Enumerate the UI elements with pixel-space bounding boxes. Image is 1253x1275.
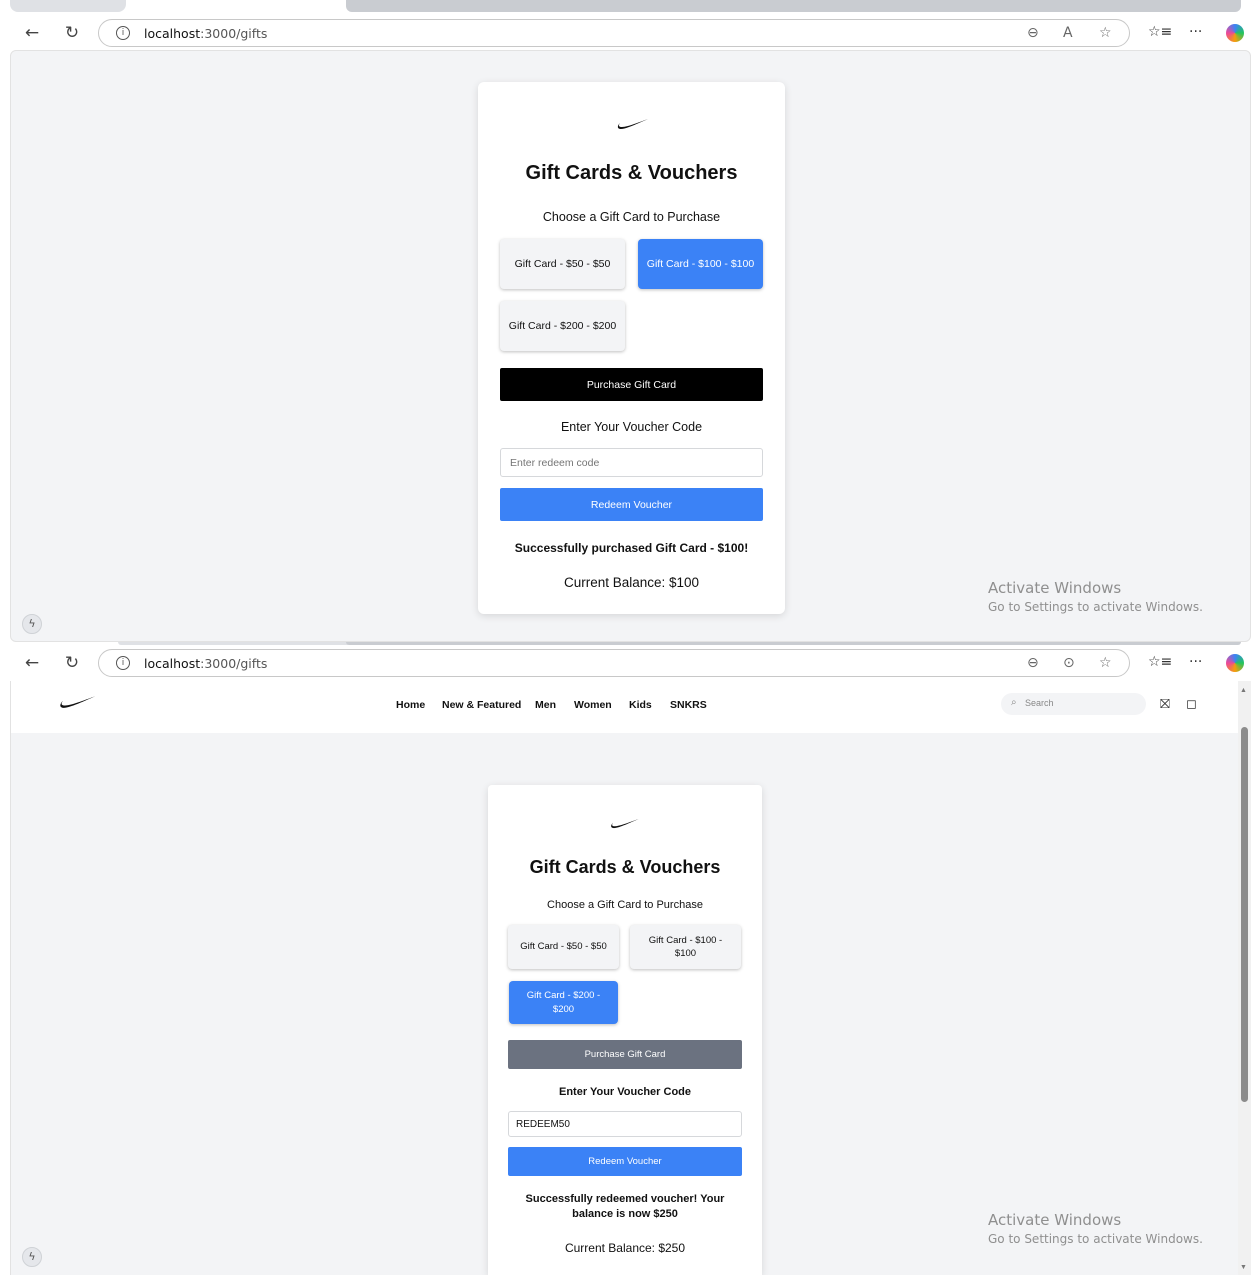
tab-strip-top <box>0 0 1253 16</box>
current-balance: Current Balance: $250 <box>564 1241 686 1255</box>
nav-link-home[interactable]: Home <box>396 699 425 711</box>
redeem-voucher-button[interactable]: Redeem Voucher <box>500 488 763 521</box>
watermark-subtitle: Go to Settings to activate Windows. <box>988 1232 1203 1246</box>
favorite-star-icon[interactable]: ☆ <box>1099 655 1112 671</box>
voucher-code-input[interactable] <box>508 1111 742 1137</box>
redeem-voucher-button[interactable]: Redeem Voucher <box>508 1147 742 1176</box>
browser-tab[interactable] <box>10 0 126 12</box>
more-menu-icon[interactable]: ··· <box>1189 24 1202 40</box>
gift-card-option-50[interactable]: Gift Card - $50 - $50 <box>500 239 625 289</box>
favorites-list-icon[interactable]: ☆≡ <box>1148 24 1172 40</box>
search-placeholder: Search <box>1025 698 1054 708</box>
current-balance: Current Balance: $100 <box>563 575 700 590</box>
browser-toolbar-bottom: ← ↻ i localhost:3000/gifts ⊖ ⊙ ☆ ☆≡ ··· <box>0 646 1253 680</box>
nav-link-women[interactable]: Women <box>574 699 612 711</box>
gift-card-panel: Gift Cards & Vouchers Choose a Gift Card… <box>478 82 785 614</box>
voucher-code-input[interactable] <box>500 448 763 477</box>
shopping-bag-icon[interactable]: ◻ <box>1186 697 1197 712</box>
scrollbar-thumb[interactable] <box>1241 727 1248 1102</box>
favorite-star-icon[interactable]: ☆ <box>1099 25 1112 41</box>
dev-tools-bolt-icon[interactable]: ϟ <box>22 614 42 634</box>
purchase-gift-card-button[interactable]: Purchase Gift Card <box>508 1040 742 1069</box>
more-options-circle-icon[interactable]: ⊙ <box>1063 655 1075 671</box>
gift-card-panel: Gift Cards & Vouchers Choose a Gift Card… <box>488 785 762 1275</box>
page-scrollbar[interactable]: ▲ ▼ <box>1238 681 1251 1275</box>
reload-icon[interactable]: ↻ <box>60 651 84 675</box>
page-title: Gift Cards & Vouchers <box>525 162 738 184</box>
dev-tools-bolt-icon[interactable]: ϟ <box>22 1247 42 1267</box>
page-viewport-top: Gift Cards & Vouchers Choose a Gift Card… <box>10 50 1251 642</box>
voucher-code-label: Enter Your Voucher Code <box>560 420 703 434</box>
zoom-out-icon[interactable]: ⊖ <box>1027 655 1039 671</box>
back-arrow-icon[interactable]: ← <box>20 21 44 45</box>
status-message: Successfully purchased Gift Card - $100! <box>514 541 749 555</box>
gift-icon[interactable]: ⛝ <box>1160 697 1170 712</box>
watermark-title: Activate Windows <box>988 1211 1122 1229</box>
page-viewport-bottom: Home New & Featured Men Women Kids SNKRS… <box>10 681 1251 1275</box>
voucher-code-label: Enter Your Voucher Code <box>558 1086 692 1098</box>
reload-icon[interactable]: ↻ <box>60 21 84 45</box>
scroll-down-arrow-icon[interactable]: ▼ <box>1240 1264 1247 1271</box>
watermark-title: Activate Windows <box>988 579 1122 597</box>
scroll-up-arrow-icon[interactable]: ▲ <box>1240 687 1247 694</box>
nike-logo <box>611 818 639 829</box>
site-info-icon[interactable]: i <box>116 656 130 670</box>
nav-link-snkrs[interactable]: SNKRS <box>670 699 707 711</box>
browser-toolbar-top: ← ↻ i localhost:3000/gifts ⊖ A ☆ ☆≡ ··· <box>0 16 1253 50</box>
zoom-out-icon[interactable]: ⊖ <box>1027 25 1039 41</box>
nav-link-kids[interactable]: Kids <box>629 699 652 711</box>
gift-card-option-100[interactable]: Gift Card - $100 - $100 <box>630 925 741 969</box>
nike-logo <box>617 119 648 129</box>
address-bar[interactable]: i localhost:3000/gifts ⊖ A ☆ <box>98 19 1130 47</box>
browser-tab[interactable] <box>118 642 350 645</box>
url-text[interactable]: localhost:3000/gifts <box>144 26 267 41</box>
watermark-subtitle: Go to Settings to activate Windows. <box>988 600 1203 614</box>
address-bar[interactable]: i localhost:3000/gifts ⊖ ⊙ ☆ <box>98 649 1130 677</box>
gift-card-option-50[interactable]: Gift Card - $50 - $50 <box>508 925 619 969</box>
windows-activation-watermark: Activate Windows Go to Settings to activ… <box>988 1211 1203 1246</box>
back-arrow-icon[interactable]: ← <box>20 651 44 675</box>
status-message: Successfully redeemed voucher! Your bala… <box>525 1193 725 1221</box>
browser-tab[interactable] <box>346 642 1241 645</box>
copilot-icon[interactable] <box>1226 24 1244 42</box>
gift-card-option-100[interactable]: Gift Card - $100 - $100 <box>638 239 763 289</box>
favorites-list-icon[interactable]: ☆≡ <box>1148 654 1172 670</box>
gift-card-option-200[interactable]: Gift Card - $200 - $200 <box>509 981 618 1024</box>
nav-link-men[interactable]: Men <box>535 699 556 711</box>
windows-activation-watermark: Activate Windows Go to Settings to activ… <box>988 579 1203 614</box>
search-box[interactable]: ⌕ Search <box>1001 693 1146 715</box>
choose-gift-card-label: Choose a Gift Card to Purchase <box>547 899 703 911</box>
site-header: Home New & Featured Men Women Kids SNKRS… <box>11 681 1239 733</box>
page-title: Gift Cards & Vouchers <box>529 857 721 877</box>
search-icon: ⌕ <box>1011 697 1017 708</box>
nav-link-new-featured[interactable]: New & Featured <box>442 699 521 711</box>
purchase-gift-card-button[interactable]: Purchase Gift Card <box>500 368 763 401</box>
gift-card-option-200[interactable]: Gift Card - $200 - $200 <box>500 301 625 351</box>
nike-logo[interactable] <box>59 695 97 709</box>
browser-tab[interactable] <box>346 0 1241 12</box>
site-info-icon[interactable]: i <box>116 26 130 40</box>
choose-gift-card-label: Choose a Gift Card to Purchase <box>542 210 721 224</box>
url-text[interactable]: localhost:3000/gifts <box>144 656 267 671</box>
copilot-icon[interactable] <box>1226 654 1244 672</box>
read-aloud-icon[interactable]: A <box>1063 25 1073 41</box>
more-menu-icon[interactable]: ··· <box>1189 654 1202 670</box>
